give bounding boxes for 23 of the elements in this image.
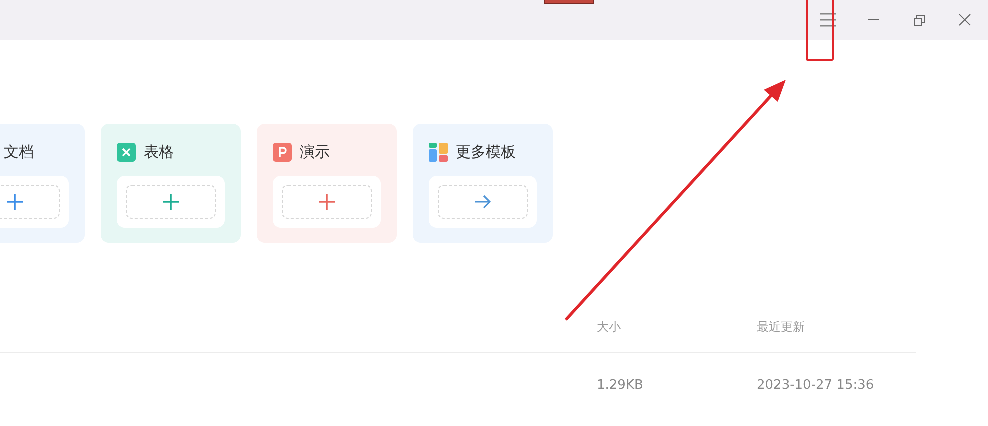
- plus-icon: [7, 194, 23, 210]
- spreadsheet-icon: [117, 142, 136, 162]
- restore-icon: [914, 14, 924, 26]
- more-templates-label: 更多模板: [456, 142, 516, 163]
- card-title: 演示: [300, 142, 330, 163]
- presentation-icon: [273, 142, 292, 162]
- more-templates-button[interactable]: [438, 185, 528, 219]
- create-button[interactable]: [126, 185, 216, 219]
- card-title: 文档: [4, 142, 34, 163]
- table-cell-text: 2023-10-27 15:36: [757, 377, 874, 396]
- menu-icon[interactable]: [820, 13, 836, 27]
- arrow-right-icon: [475, 195, 491, 209]
- tab-edge: [544, 0, 594, 4]
- plus-icon: [163, 194, 179, 210]
- minimize-icon: [868, 19, 878, 21]
- column-header: 大小: [597, 319, 622, 336]
- plus-icon: [319, 194, 335, 210]
- table-cell-text: 1.29KB: [597, 377, 644, 396]
- create-button[interactable]: [282, 185, 372, 219]
- close-icon: [959, 14, 971, 26]
- templates-icon: [429, 142, 448, 162]
- card-title: 表格: [144, 142, 174, 163]
- column-header: 最近更新: [757, 319, 805, 336]
